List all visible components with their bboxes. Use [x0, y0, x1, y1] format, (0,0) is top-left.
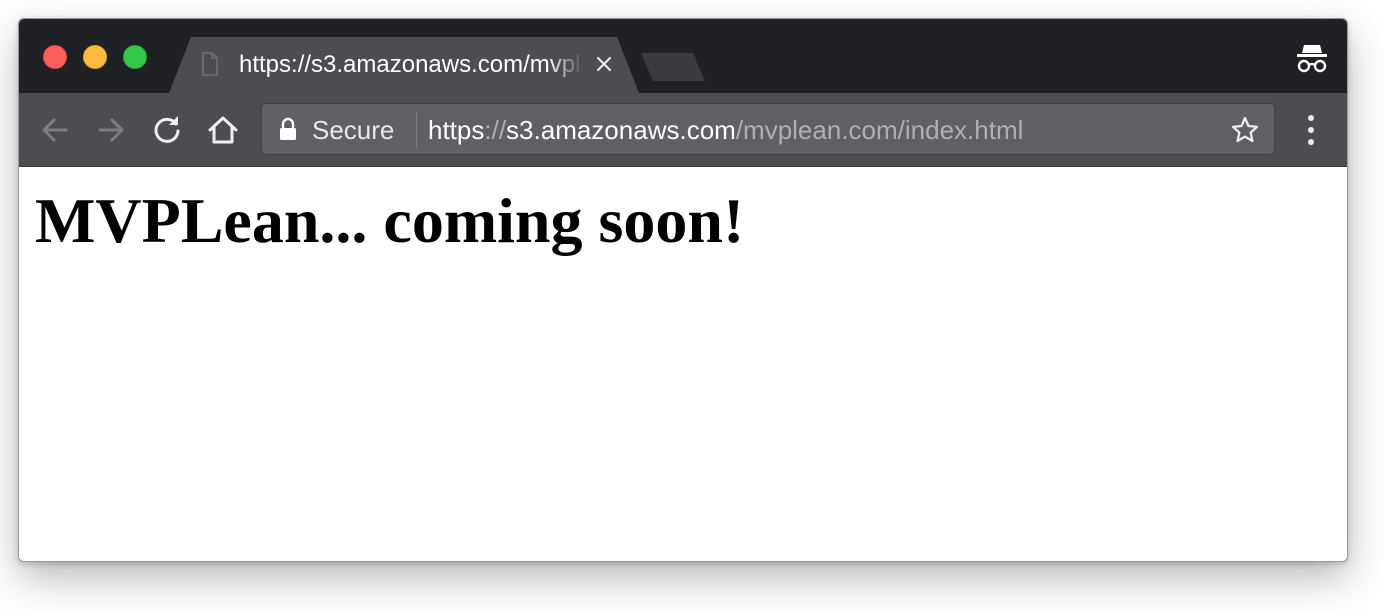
close-icon[interactable]	[593, 53, 615, 75]
url-host: s3.amazonaws.com	[506, 115, 736, 145]
incognito-icon	[1297, 45, 1327, 73]
browser-window: https://s3.amazonaws.com/mvplean.com/ind…	[18, 18, 1348, 562]
browser-toolbar: Secure https://s3.amazonaws.com/mvplean.…	[19, 93, 1347, 167]
page-icon	[202, 52, 218, 76]
security-indicator[interactable]: Secure	[312, 116, 394, 144]
address-bar[interactable]: Secure https://s3.amazonaws.com/mvplean.…	[261, 103, 1275, 155]
url-text[interactable]: https://s3.amazonaws.com/mvplean.com/ind…	[428, 116, 1023, 144]
title-bar: https://s3.amazonaws.com/mvplean.com/ind…	[19, 19, 1347, 93]
star-icon[interactable]	[1230, 115, 1260, 145]
new-tab-button[interactable]	[641, 53, 705, 81]
minimize-window-button[interactable]	[83, 45, 107, 69]
reload-icon[interactable]	[149, 112, 185, 148]
back-arrow-icon[interactable]	[37, 112, 73, 148]
omnibox-divider	[416, 112, 417, 148]
tab-title: https://s3.amazonaws.com/mvplean.com/ind…	[239, 51, 583, 78]
vertical-dots-menu-icon[interactable]	[1301, 111, 1321, 149]
page-heading: MVPLean... coming soon!	[35, 185, 745, 256]
maximize-window-button[interactable]	[123, 45, 147, 69]
forward-arrow-icon[interactable]	[93, 112, 129, 148]
url-separator: ://	[484, 115, 507, 145]
lock-icon	[280, 117, 296, 140]
home-icon[interactable]	[205, 112, 241, 148]
close-window-button[interactable]	[43, 45, 67, 69]
url-scheme: https	[428, 115, 485, 145]
url-path: /mvplean.com/index.html	[735, 115, 1024, 145]
page-content: MVPLean... coming soon!	[19, 167, 1347, 561]
